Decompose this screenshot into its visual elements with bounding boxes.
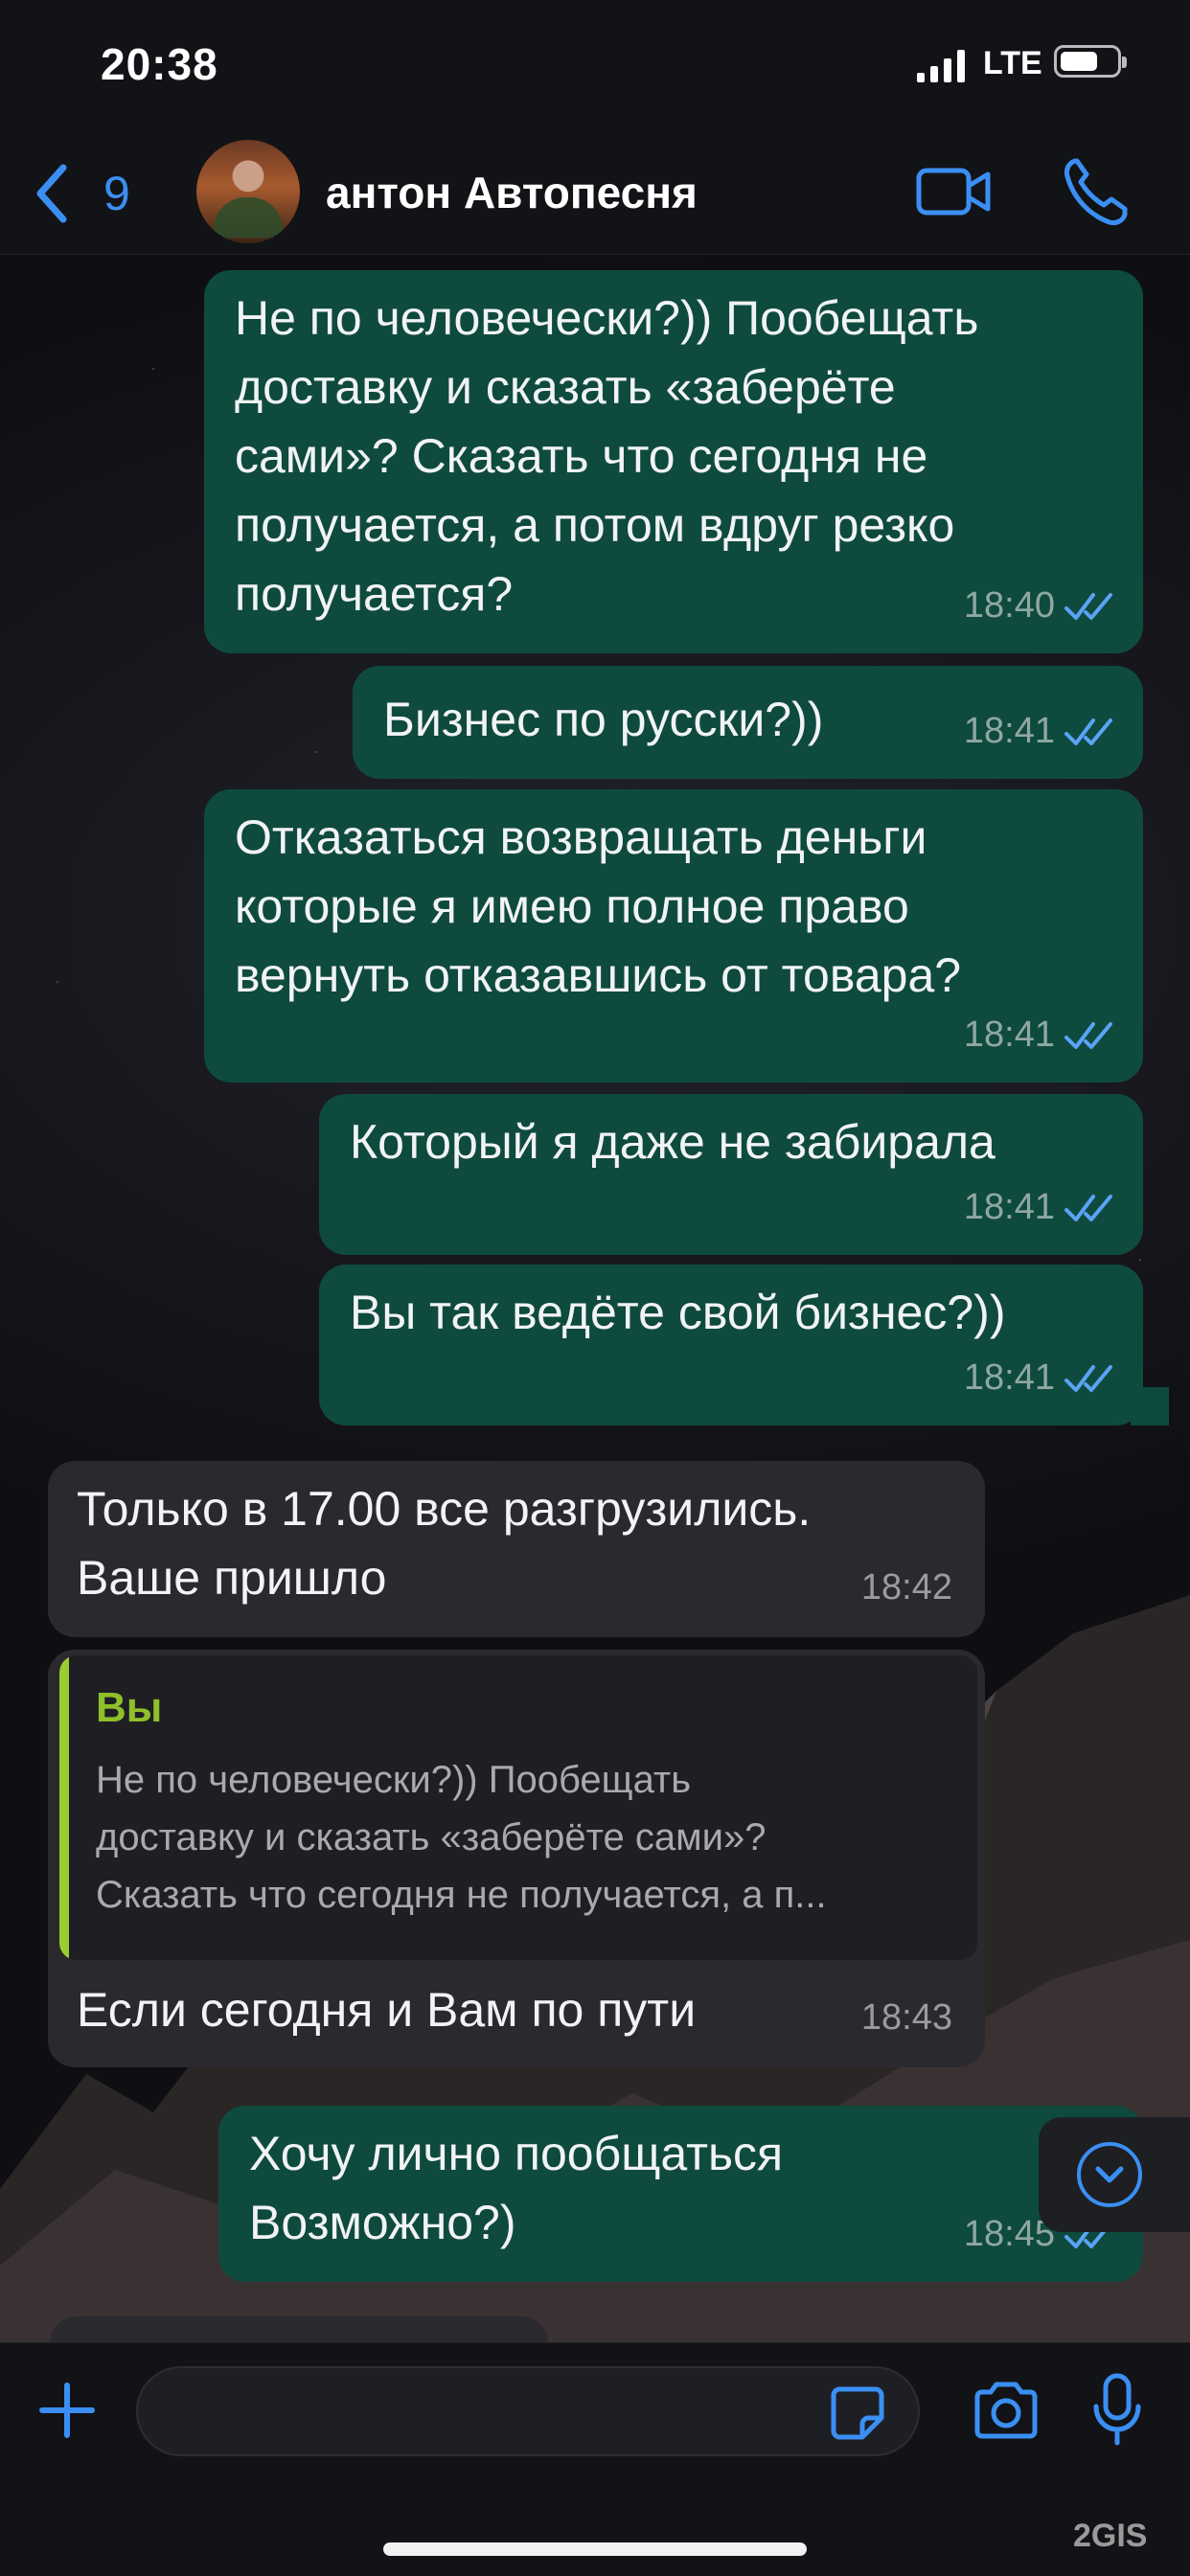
phone-icon[interactable] — [1062, 155, 1129, 228]
status-bar: 20:38 LTE — [0, 0, 1190, 134]
message-text: Хочу лично пообщаться Возможно?) — [249, 2127, 784, 2249]
read-ticks-icon — [1064, 718, 1112, 745]
message-bubble-incoming-partial — [50, 2316, 548, 2345]
avatar[interactable] — [196, 140, 300, 243]
quote-author: Вы — [96, 1684, 163, 1731]
battery-icon — [1054, 45, 1127, 78]
message-bubble-outgoing[interactable]: Не по человечески?)) Пообещать доставку … — [204, 270, 1143, 653]
status-time: 20:38 — [101, 39, 218, 89]
message-bubble-outgoing[interactable]: Вы так ведёте свой бизнес?)) 18:41 — [319, 1265, 1143, 1425]
message-bubble-incoming[interactable]: Только в 17.00 все разгрузились. Ваше пр… — [48, 1461, 985, 1637]
back-button[interactable]: 9 — [29, 155, 153, 232]
unread-count: 9 — [103, 167, 130, 220]
read-ticks-icon — [1064, 1195, 1112, 1221]
network-type: LTE — [983, 45, 1042, 81]
message-bubble-outgoing[interactable]: Который я даже не забирала 18:41 — [319, 1094, 1143, 1255]
message-text: Не по человечески?)) Пообещать доставку … — [235, 291, 979, 621]
message-time: 18:42 — [860, 1567, 952, 1607]
message-meta: 18:41 — [964, 1173, 1118, 1242]
message-time: 18:40 — [963, 585, 1055, 626]
message-meta: 18:43 — [861, 1983, 952, 2052]
watermark: 2GIS — [1073, 2518, 1148, 2554]
message-bubble-outgoing[interactable]: Бизнес по русски?)) 18:41 — [353, 666, 1143, 779]
message-meta: 18:40 — [964, 571, 1118, 640]
input-bar — [0, 2342, 1190, 2576]
message-time: 18:41 — [963, 1187, 1055, 1227]
message-time: 18:41 — [963, 711, 1055, 751]
quote-bar — [59, 1655, 69, 1960]
message-text: Только в 17.00 все разгрузились. Ваше пр… — [77, 1482, 812, 1605]
message-text: Бизнес по русски?)) — [383, 693, 824, 746]
message-time: 18:41 — [963, 1014, 1055, 1055]
chevron-down-icon — [1077, 2142, 1142, 2207]
message-meta: 18:42 — [861, 1553, 952, 1622]
message-meta: 18:41 — [964, 696, 1118, 765]
contact-name[interactable]: антон Автопесня — [326, 167, 698, 218]
signal-icon — [917, 50, 965, 82]
chat-header: 9 антон Автопесня — [0, 134, 1190, 255]
home-indicator — [383, 2542, 807, 2556]
sticker-icon[interactable] — [830, 2385, 885, 2441]
microphone-icon[interactable] — [1092, 2372, 1142, 2449]
message-bubble-outgoing[interactable]: Отказаться возвращать деньги которые я и… — [204, 789, 1143, 1083]
quoted-message[interactable]: Вы Не по человечески?)) Пообещать достав… — [59, 1655, 977, 1960]
bubble-tail — [1131, 1387, 1169, 1425]
message-meta: 18:41 — [964, 1000, 1118, 1069]
message-time: 18:41 — [963, 1357, 1055, 1398]
message-text: Если сегодня и Вам по пути — [77, 1983, 697, 2037]
message-text: Вы так ведёте свой бизнес?)) — [350, 1286, 1006, 1339]
message-bubble-outgoing[interactable]: Хочу лично пообщаться Возможно?) 18:45 — [218, 2106, 1143, 2282]
message-meta: 18:41 — [964, 1343, 1118, 1412]
scroll-to-bottom-button[interactable] — [1039, 2117, 1190, 2232]
message-time: 18:43 — [860, 1997, 952, 2038]
message-text: Отказаться возвращать деньги которые я и… — [235, 810, 962, 1002]
read-ticks-icon — [1064, 1365, 1112, 1392]
read-ticks-icon — [1064, 593, 1112, 620]
plus-icon[interactable] — [36, 2380, 98, 2441]
message-input[interactable] — [136, 2366, 920, 2456]
camera-icon[interactable] — [972, 2380, 1041, 2441]
message-text: Который я даже не забирала — [350, 1115, 995, 1169]
video-call-icon[interactable] — [915, 161, 992, 222]
quote-text: Не по человечески?)) Пообещать доставку … — [96, 1759, 827, 1916]
read-ticks-icon — [1064, 1022, 1112, 1049]
back-chevron-icon — [36, 164, 67, 223]
